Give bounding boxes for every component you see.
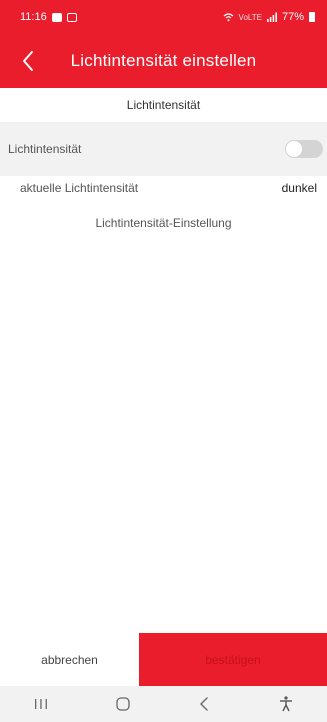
back-icon xyxy=(200,697,209,711)
page-title: Lichtintensität einstellen xyxy=(70,51,257,70)
status-time: 11:16 xyxy=(20,11,47,23)
recent-apps-button[interactable] xyxy=(21,689,61,719)
toggle-knob xyxy=(286,141,302,157)
current-intensity-row: aktuelle Lichtintensität dunkel xyxy=(0,176,327,200)
settings-panel: aktuelle Lichtintensität dunkel Lichtint… xyxy=(0,176,327,633)
wifi-icon xyxy=(223,13,233,22)
home-icon xyxy=(115,697,130,711)
battery-icon xyxy=(309,12,315,22)
home-button[interactable] xyxy=(103,689,143,719)
system-back-button[interactable] xyxy=(184,689,224,719)
battery-percentage: 77% xyxy=(281,11,304,23)
accessibility-icon xyxy=(280,696,293,712)
cancel-button[interactable]: abbrechen xyxy=(0,633,139,686)
status-right: VoLTE 77% xyxy=(223,11,315,23)
accessibility-button[interactable] xyxy=(266,689,306,719)
recent-apps-icon xyxy=(34,699,47,709)
chevron-left-icon xyxy=(23,51,33,71)
intensity-setting-title: Lichtintensität-Einstellung xyxy=(95,216,232,230)
section-title: Lichtintensität xyxy=(0,88,327,122)
system-navigation-bar xyxy=(0,686,327,722)
gallery-notification-icon xyxy=(51,12,62,22)
action-bar: abbrechen bestätigen xyxy=(0,633,327,686)
status-bar: 11:16 VoLTE 77% xyxy=(0,0,327,34)
status-left: 11:16 xyxy=(20,11,77,23)
back-button[interactable] xyxy=(16,48,40,74)
app-notification-icon xyxy=(66,12,77,22)
confirm-button[interactable]: bestätigen xyxy=(139,633,327,686)
network-type: VoLTE xyxy=(238,12,262,22)
light-intensity-toggle[interactable] xyxy=(285,140,323,158)
current-intensity-value: dunkel xyxy=(281,181,317,195)
current-intensity-label: aktuelle Lichtintensität xyxy=(20,181,139,195)
header-bar: Lichtintensität einstellen xyxy=(0,34,327,88)
signal-icon xyxy=(266,12,277,22)
toggle-label: Lichtintensität xyxy=(8,142,82,156)
light-intensity-toggle-row: Lichtintensität xyxy=(0,132,327,166)
